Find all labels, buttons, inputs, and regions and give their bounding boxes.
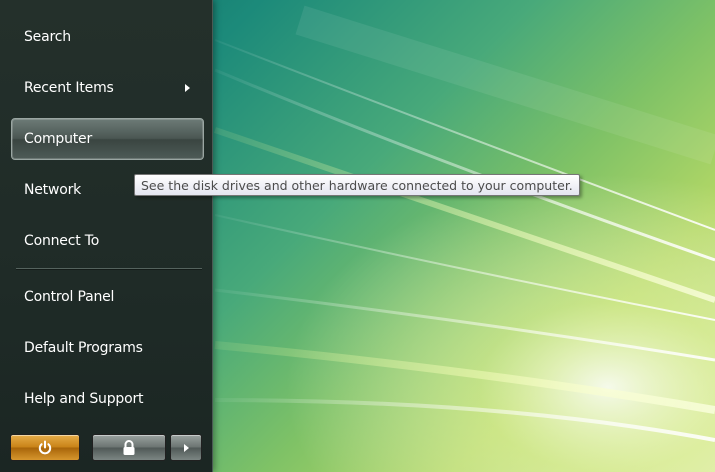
power-icon — [38, 440, 52, 454]
desktop-screen: Search Recent Items Computer Network Con… — [0, 0, 715, 472]
power-button-bar — [10, 434, 202, 462]
menu-separator — [16, 268, 202, 270]
menu-item-computer[interactable]: Computer — [11, 118, 204, 160]
menu-item-label: Connect To — [24, 233, 100, 249]
menu-item-label: Computer — [24, 131, 92, 147]
menu-item-control-panel[interactable]: Control Panel — [12, 276, 204, 318]
shutdown-options-button[interactable] — [170, 434, 202, 461]
computer-tooltip: See the disk drives and other hardware c… — [134, 174, 580, 196]
arrow-right-icon — [183, 443, 189, 452]
menu-item-help-and-support[interactable]: Help and Support — [12, 378, 204, 420]
menu-item-default-programs[interactable]: Default Programs — [12, 327, 204, 369]
lock-button[interactable] — [92, 434, 166, 461]
submenu-arrow-icon — [185, 84, 190, 92]
menu-item-label: Recent Items — [24, 80, 114, 96]
menu-item-label: Network — [24, 182, 82, 198]
menu-item-search[interactable]: Search — [12, 16, 204, 58]
menu-item-label: Control Panel — [24, 289, 115, 305]
start-menu-right-column: Search Recent Items Computer Network Con… — [0, 0, 213, 472]
menu-item-label: Help and Support — [24, 391, 144, 407]
menu-item-label: Search — [24, 29, 71, 45]
menu-item-connect-to[interactable]: Connect To — [12, 220, 204, 262]
menu-item-label: Default Programs — [24, 340, 143, 356]
tooltip-text: See the disk drives and other hardware c… — [141, 177, 573, 193]
lock-icon — [123, 439, 135, 455]
power-button[interactable] — [10, 434, 80, 461]
menu-item-recent-items[interactable]: Recent Items — [12, 67, 204, 109]
